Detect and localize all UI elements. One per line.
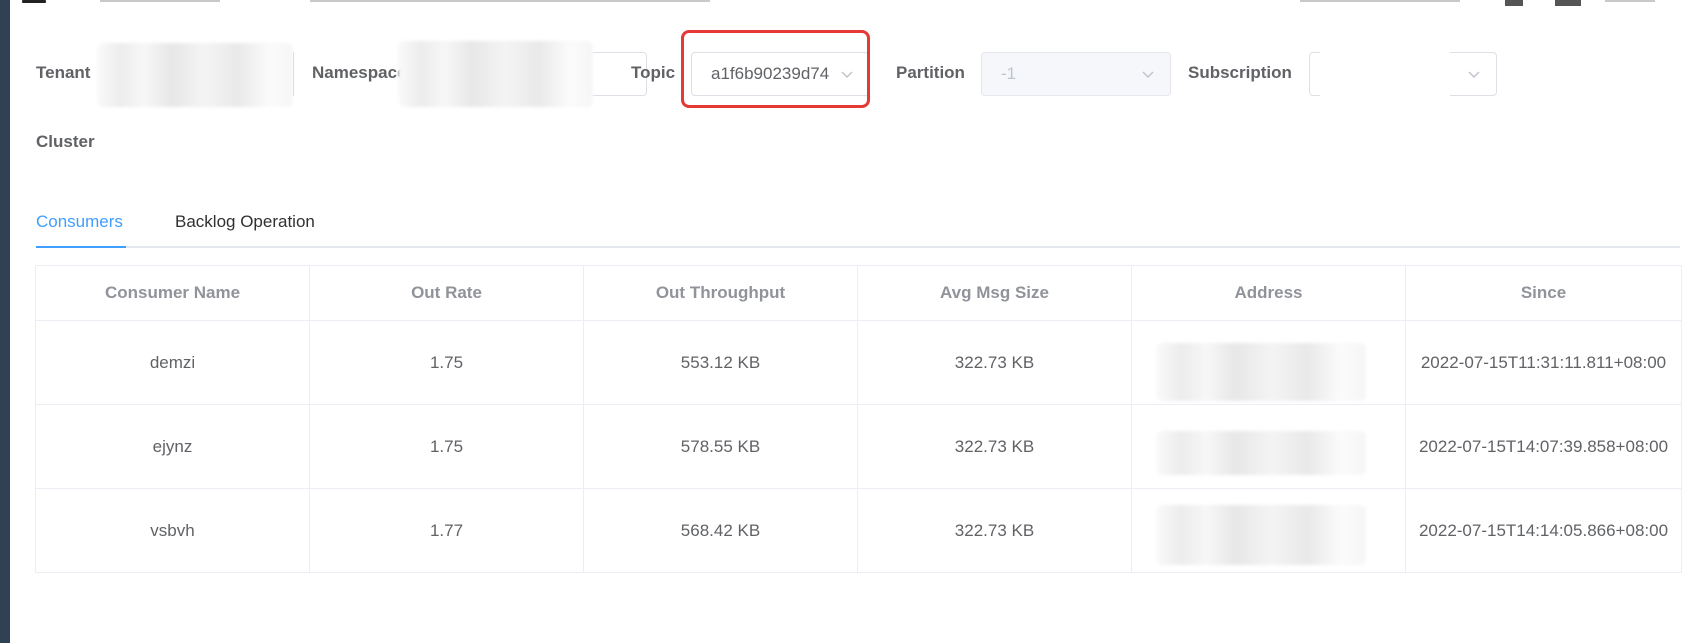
chevron-down-icon bbox=[1142, 71, 1154, 79]
redacted-address bbox=[1156, 431, 1366, 475]
topic-highlight-box bbox=[681, 30, 870, 108]
sidebar-edge bbox=[0, 0, 10, 643]
navbar-right-text bbox=[1300, 0, 1460, 2]
consumer-name-cell: vsbvh bbox=[35, 488, 310, 573]
breadcrumb bbox=[100, 0, 220, 2]
tab-backlog-operation[interactable]: Backlog Operation bbox=[175, 212, 315, 232]
column-header-address[interactable]: Address bbox=[1131, 265, 1406, 321]
partition-select[interactable]: -1 bbox=[981, 52, 1171, 96]
redacted-tenant-value bbox=[97, 43, 293, 107]
partition-value: -1 bbox=[1001, 64, 1017, 83]
navbar-icon[interactable] bbox=[1555, 0, 1581, 6]
address-cell bbox=[1131, 488, 1406, 573]
redacted-address bbox=[1156, 505, 1366, 565]
address-cell bbox=[1131, 404, 1406, 489]
out-throughput-cell: 578.55 KB bbox=[583, 404, 858, 489]
hamburger-menu-icon[interactable] bbox=[22, 0, 46, 3]
partition-label: Partition bbox=[896, 63, 965, 82]
address-cell bbox=[1131, 320, 1406, 405]
column-header-out-throughput[interactable]: Out Throughput bbox=[583, 265, 858, 321]
redacted-namespace-value bbox=[398, 41, 593, 107]
table-row: ejynz 1.75 578.55 KB 322.73 KB 2022-07-1… bbox=[35, 404, 1682, 489]
avg-msg-size-cell: 322.73 KB bbox=[857, 320, 1132, 405]
out-throughput-cell: 553.12 KB bbox=[583, 320, 858, 405]
subscription-label: Subscription bbox=[1188, 63, 1292, 82]
topic-label: Topic bbox=[631, 63, 676, 82]
tab-consumers[interactable]: Consumers bbox=[36, 212, 123, 232]
out-rate-cell: 1.77 bbox=[309, 488, 584, 573]
active-tab-indicator bbox=[36, 246, 126, 248]
avg-msg-size-cell: 322.73 KB bbox=[857, 488, 1132, 573]
column-header-consumer-name[interactable]: Consumer Name bbox=[35, 265, 310, 321]
table-row: vsbvh 1.77 568.42 KB 322.73 KB 2022-07-1… bbox=[35, 488, 1682, 573]
consumer-name-cell: demzi bbox=[35, 320, 310, 405]
since-cell: 2022-07-15T14:14:05.866+08:00 bbox=[1405, 488, 1682, 573]
out-rate-cell: 1.75 bbox=[309, 404, 584, 489]
tenant-select[interactable] bbox=[94, 43, 294, 107]
redacted-subscription-value bbox=[1320, 47, 1450, 101]
namespace-select[interactable] bbox=[398, 41, 647, 107]
consumers-table: Consumer Name Out Rate Out Throughput Av… bbox=[35, 265, 1682, 573]
divider bbox=[293, 52, 294, 96]
user-menu[interactable] bbox=[1605, 0, 1655, 2]
out-rate-cell: 1.75 bbox=[309, 320, 584, 405]
tenant-label: Tenant bbox=[36, 63, 91, 82]
avg-msg-size-cell: 322.73 KB bbox=[857, 404, 1132, 489]
table-row: demzi 1.75 553.12 KB 322.73 KB 2022-07-1… bbox=[35, 320, 1682, 405]
cluster-label: Cluster bbox=[36, 132, 95, 151]
column-header-since[interactable]: Since bbox=[1405, 265, 1682, 321]
namespace-label: Namespace bbox=[312, 63, 407, 82]
column-header-out-rate[interactable]: Out Rate bbox=[309, 265, 584, 321]
out-throughput-cell: 568.42 KB bbox=[583, 488, 858, 573]
since-cell: 2022-07-15T14:07:39.858+08:00 bbox=[1405, 404, 1682, 489]
table-header-row: Consumer Name Out Rate Out Throughput Av… bbox=[35, 265, 1682, 321]
since-cell: 2022-07-15T11:31:11.811+08:00 bbox=[1405, 320, 1682, 405]
tab-bar: Consumers Backlog Operation bbox=[36, 204, 1680, 248]
top-navbar bbox=[10, 0, 1683, 8]
chevron-down-icon bbox=[1468, 71, 1480, 79]
column-header-avg-msg-size[interactable]: Avg Msg Size bbox=[857, 265, 1132, 321]
breadcrumb bbox=[310, 0, 710, 2]
redacted-address bbox=[1156, 343, 1366, 401]
navbar-icon[interactable] bbox=[1505, 0, 1523, 6]
subscription-select[interactable] bbox=[1309, 47, 1497, 101]
consumer-name-cell: ejynz bbox=[35, 404, 310, 489]
